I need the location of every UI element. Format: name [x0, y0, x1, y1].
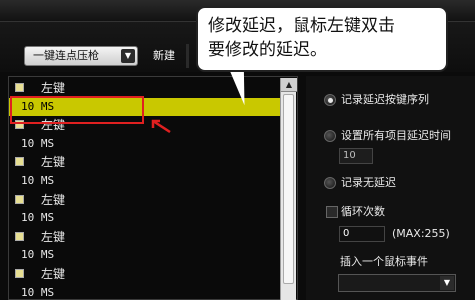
loop-count-field[interactable]: 0 — [339, 226, 385, 242]
insert-mouse-label: 插入一个鼠标事件 — [340, 255, 428, 268]
callout-line-2: 要修改的延迟。 — [208, 40, 327, 60]
chevron-down-icon: ▼ — [121, 49, 135, 63]
key-event-icon — [15, 157, 24, 167]
list-item-key[interactable]: 左键 — [9, 265, 281, 283]
mouse-event-select[interactable]: ▼ — [338, 274, 456, 292]
highlight-box — [10, 96, 144, 124]
key-event-icon — [15, 269, 24, 278]
set-all-delay-radio[interactable] — [324, 130, 336, 142]
key-label: 左键 — [41, 81, 66, 95]
list-item-key[interactable]: 左键 — [9, 191, 281, 209]
no-delay-radio[interactable] — [324, 177, 336, 189]
loop-label: 循环次数 — [341, 205, 385, 218]
key-label: 左键 — [41, 155, 66, 170]
record-delay-radio[interactable] — [324, 94, 336, 106]
macro-select[interactable]: 一键连点压枪 ▼ — [24, 46, 138, 66]
callout-line-1: 修改延迟，鼠标左键双击 — [208, 16, 395, 36]
key-event-icon — [15, 231, 24, 241]
key-label: 左键 — [41, 267, 66, 281]
list-item-delay[interactable]: 10 MS — [9, 172, 281, 190]
loop-max-label: (MAX:255) — [392, 227, 450, 240]
record-delay-label: 记录延迟按键序列 — [341, 93, 429, 106]
key-event-icon — [15, 83, 24, 92]
scroll-up-icon[interactable]: ▲ — [281, 78, 297, 92]
list-scrollbar[interactable]: ▲ — [280, 78, 297, 300]
list-item-delay[interactable]: 10 MS — [9, 246, 281, 264]
delay-label: 10 MS — [21, 211, 55, 225]
list-item-delay[interactable]: 10 MS — [9, 135, 281, 153]
scroll-thumb[interactable] — [283, 94, 294, 284]
loop-checkbox[interactable] — [326, 206, 338, 218]
pointer-arrow-icon — [151, 119, 171, 134]
key-event-icon — [15, 194, 24, 204]
list-item-delay[interactable]: 10 MS — [9, 209, 281, 227]
delay-label: 10 MS — [21, 174, 55, 187]
no-delay-label: 记录无延迟 — [341, 176, 396, 189]
all-delay-field[interactable]: 10 — [339, 148, 373, 164]
key-label: 左键 — [41, 192, 66, 207]
new-button[interactable]: 新建 — [145, 46, 183, 66]
chevron-down-icon: ▼ — [440, 276, 454, 290]
toolbar-divider — [186, 44, 189, 68]
macro-select-value: 一键连点压枪 — [33, 49, 99, 62]
set-all-delay-label: 设置所有项目延迟时间 — [341, 129, 451, 142]
delay-label: 10 MS — [21, 285, 55, 299]
instruction-callout: 修改延迟，鼠标左键双击 要修改的延迟。 — [196, 6, 448, 72]
list-item-key[interactable]: 左键 — [9, 228, 281, 246]
list-item-delay[interactable]: 10 MS — [9, 284, 281, 300]
delay-label: 10 MS — [21, 136, 55, 150]
delay-label: 10 MS — [21, 248, 55, 262]
key-label: 左键 — [41, 229, 66, 244]
list-item-key[interactable]: 左键 — [9, 153, 281, 171]
